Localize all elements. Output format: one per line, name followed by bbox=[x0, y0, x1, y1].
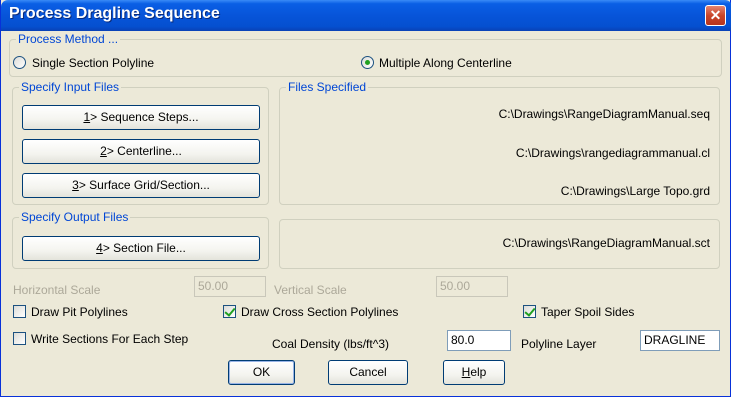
help-button[interactable]: Help bbox=[443, 360, 505, 385]
draw-pit-checkbox[interactable] bbox=[13, 305, 26, 318]
draw-cross-section-checkbox[interactable] bbox=[223, 305, 236, 318]
section-file-button[interactable]: 4> Section File... bbox=[22, 236, 260, 261]
dialog-window: Process Dragline Sequence ✕ Process Meth… bbox=[0, 0, 731, 397]
draw-cross-section-label[interactable]: Draw Cross Section Polylines bbox=[241, 305, 398, 319]
single-section-label[interactable]: Single Section Polyline bbox=[32, 56, 154, 70]
write-sections-checkbox[interactable] bbox=[13, 332, 26, 345]
input-files-label: Specify Input Files bbox=[19, 80, 122, 94]
surface-grid-hotkey: 3 bbox=[72, 178, 79, 192]
section-file-path: C:\Drawings\RangeDiagramManual.sct bbox=[502, 236, 710, 250]
centerline-hotkey: 2 bbox=[100, 144, 107, 158]
section-file-hotkey: 4 bbox=[96, 241, 103, 255]
close-button[interactable]: ✕ bbox=[705, 5, 726, 26]
files-specified-group: Files Specified C:\Drawings\RangeDiagram… bbox=[279, 80, 720, 205]
sequence-steps-button-label: > Sequence Steps... bbox=[90, 110, 199, 124]
vertical-scale-field[interactable]: 50.00 bbox=[436, 276, 508, 297]
centerline-button-label: > Centerline... bbox=[106, 144, 182, 158]
sequence-steps-button[interactable]: 1> Sequence Steps... bbox=[22, 105, 260, 130]
coal-density-label: Coal Density (lbs/ft^3) bbox=[272, 337, 389, 351]
help-button-label: elp bbox=[470, 365, 487, 379]
section-file-button-label: > Section File... bbox=[102, 241, 186, 255]
output-path-box: C:\Drawings\RangeDiagramManual.sct bbox=[279, 219, 720, 269]
multiple-centerline-radio[interactable] bbox=[361, 56, 374, 69]
centerline-button[interactable]: 2> Centerline... bbox=[22, 139, 260, 164]
close-icon: ✕ bbox=[709, 7, 722, 23]
grid-file-path: C:\Drawings\Large Topo.grd bbox=[560, 184, 710, 198]
polyline-layer-label: Polyline Layer bbox=[521, 337, 597, 351]
draw-pit-label[interactable]: Draw Pit Polylines bbox=[31, 305, 128, 319]
taper-spoil-label[interactable]: Taper Spoil Sides bbox=[541, 305, 634, 319]
horizontal-scale-field[interactable]: 50.00 bbox=[194, 276, 266, 297]
output-files-label: Specify Output Files bbox=[19, 210, 131, 224]
horizontal-scale-label: Horizontal Scale bbox=[13, 283, 101, 297]
single-section-radio[interactable] bbox=[13, 56, 26, 69]
vertical-scale-label: Vertical Scale bbox=[274, 283, 347, 297]
window-title: Process Dragline Sequence bbox=[9, 5, 220, 22]
polyline-layer-field[interactable]: DRAGLINE bbox=[640, 330, 720, 351]
taper-spoil-checkbox[interactable] bbox=[523, 305, 536, 318]
surface-grid-button-label: > Surface Grid/Section... bbox=[78, 178, 210, 192]
coal-density-field[interactable]: 80.0 bbox=[447, 330, 511, 351]
multiple-centerline-label[interactable]: Multiple Along Centerline bbox=[379, 56, 512, 70]
ok-button[interactable]: OK bbox=[228, 360, 295, 385]
sequence-file-path: C:\Drawings\RangeDiagramManual.seq bbox=[498, 107, 710, 121]
files-specified-label: Files Specified bbox=[286, 80, 369, 94]
cancel-button[interactable]: Cancel bbox=[328, 360, 408, 385]
process-method-label: Process Method ... bbox=[16, 32, 121, 46]
title-bar[interactable]: Process Dragline Sequence ✕ bbox=[1, 0, 731, 31]
write-sections-label[interactable]: Write Sections For Each Step bbox=[31, 332, 188, 346]
centerline-file-path: C:\Drawings\rangediagrammanual.cl bbox=[515, 146, 710, 160]
surface-grid-button[interactable]: 3> Surface Grid/Section... bbox=[22, 173, 260, 198]
